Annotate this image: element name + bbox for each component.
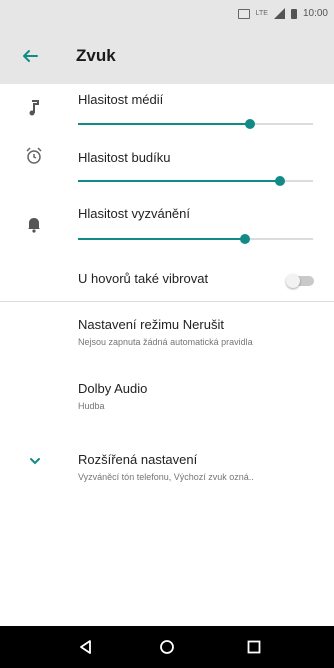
media-volume-row: Hlasitost médií [0,90,334,146]
ring-volume-thumb[interactable] [239,234,250,244]
status-time: 10:00 [302,8,328,19]
vibrate-switch-knob [286,274,300,288]
status-icons: LTE 10:00 [237,8,328,19]
bell-icon [24,214,44,234]
lte-label: LTE [255,10,268,17]
dolby-audio-title: Dolby Audio [78,381,148,396]
advanced-settings-pref[interactable]: Rozšířená nastavení Vyzváněcí tón telefo… [0,452,334,500]
back-arrow-icon[interactable] [18,44,42,68]
media-volume-slider[interactable] [78,119,313,129]
app-toolbar: Zvuk [0,28,334,84]
alarm-volume-row: Hlasitost budíku [0,146,334,202]
alarm-volume-fill [78,180,281,182]
signal-icon [273,8,285,19]
home-icon[interactable] [157,637,177,657]
chevron-down-icon [28,454,42,468]
media-volume-thumb[interactable] [244,119,255,129]
section-divider [0,301,334,302]
status-bar: LTE 10:00 [0,0,334,28]
do-not-disturb-title: Nastavení režimu Nerušit [78,317,224,332]
dolby-audio-summary: Hudba [78,401,105,411]
alarm-clock-icon [24,146,44,166]
advanced-settings-summary: Vyzváněcí tón telefonu, Výchozí zvuk ozn… [78,472,254,482]
advanced-settings-title: Rozšířená nastavení [78,452,198,467]
alarm-volume-thumb[interactable] [275,176,286,186]
battery-icon [290,8,297,19]
vibrate-toggle-row[interactable]: U hovorů také vibrovat [0,258,334,300]
sim-icon [237,8,250,19]
back-icon[interactable] [76,637,96,657]
recents-icon[interactable] [244,637,264,657]
alarm-volume-slider[interactable] [78,176,313,186]
vibrate-label: U hovorů také vibrovat [78,271,209,286]
navigation-bar [0,626,334,668]
media-volume-fill [78,123,250,125]
vibrate-switch[interactable] [286,274,316,288]
do-not-disturb-pref[interactable]: Nastavení režimu Nerušit Nejsou zapnuta … [0,317,334,365]
media-volume-label: Hlasitost médií [78,92,164,107]
ring-volume-label: Hlasitost vyzvánění [78,206,190,221]
alarm-volume-label: Hlasitost budíku [78,150,171,165]
dolby-audio-pref[interactable]: Dolby Audio Hudba [0,381,334,429]
ring-volume-slider[interactable] [78,234,313,244]
do-not-disturb-summary: Nejsou zapnuta žádná automatická pravidl… [78,337,253,347]
ring-volume-fill [78,238,245,240]
music-note-icon [24,98,44,118]
page-title: Zvuk [76,46,116,65]
ring-volume-row: Hlasitost vyzvánění [0,202,334,258]
